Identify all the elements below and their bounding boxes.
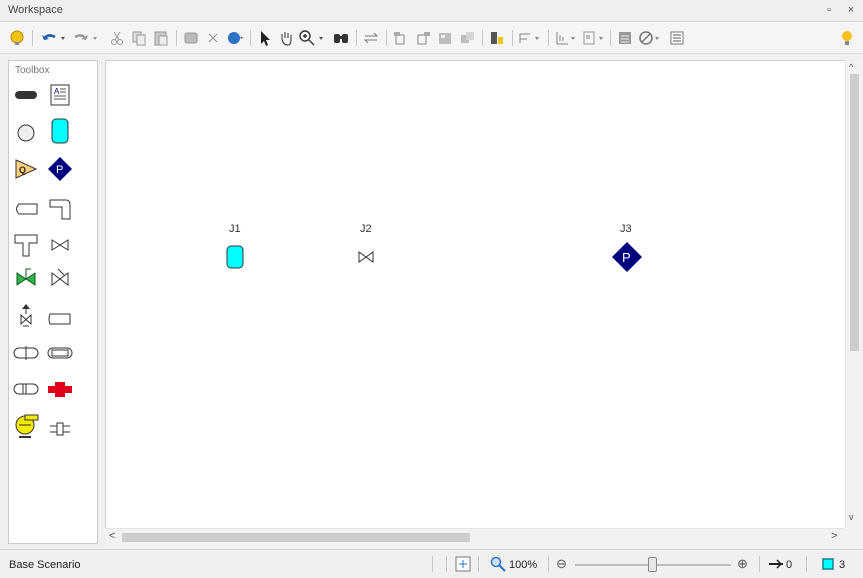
window-title: Workspace — [8, 4, 63, 16]
valve-tool-icon[interactable] — [47, 233, 73, 257]
pipe-tool-icon[interactable] — [13, 83, 39, 107]
svg-text:Q: Q — [19, 165, 26, 175]
group-icon[interactable] — [436, 29, 454, 47]
align-icon[interactable] — [518, 29, 542, 47]
toolbox-panel: Toolbox A Q P — [8, 60, 98, 544]
horizontal-scroll-thumb[interactable] — [122, 533, 470, 542]
scroll-down-icon[interactable]: v — [849, 512, 854, 522]
zoom-fit-icon[interactable] — [455, 556, 471, 572]
toolbox-header: Toolbox — [15, 65, 50, 76]
zoom-in-icon[interactable] — [298, 29, 316, 47]
screen-tool-icon[interactable] — [13, 377, 39, 401]
scenario-name: Base Scenario — [9, 559, 81, 571]
bend-tool-icon[interactable] — [47, 197, 73, 221]
svg-text:P: P — [622, 250, 631, 265]
zoom-in-small-icon[interactable]: ⊕ — [737, 556, 748, 572]
reservoir-tool-icon[interactable] — [47, 118, 73, 144]
help-icon[interactable] — [8, 29, 26, 47]
orifice-tool-icon[interactable] — [47, 417, 73, 441]
properties-icon[interactable] — [616, 29, 634, 47]
delete-icon[interactable] — [204, 29, 222, 47]
annotation-tool-icon[interactable]: A — [47, 83, 73, 107]
status-bar: Base Scenario 100% ⊖ ⊕ 0 3 — [0, 549, 863, 578]
pointer-icon[interactable] — [256, 29, 274, 47]
hand-pan-icon[interactable] — [277, 29, 295, 47]
zoom-level: 100% — [509, 559, 538, 571]
junction-count: 3 — [839, 559, 846, 571]
redo-icon[interactable] — [72, 29, 90, 47]
grid-icon[interactable] — [582, 29, 606, 47]
paste-icon[interactable] — [152, 29, 170, 47]
zoom-magnifier-icon[interactable] — [490, 556, 506, 572]
assigned-pressure-tool-icon[interactable]: P — [47, 157, 73, 181]
window-titlebar: Workspace ▫ × — [0, 0, 863, 22]
select-all-icon[interactable] — [182, 29, 200, 47]
reverse-icon[interactable] — [362, 29, 380, 47]
vertical-scroll-thumb[interactable] — [850, 74, 859, 351]
reservoir-icon[interactable] — [226, 245, 244, 269]
relief-valve-tool-icon[interactable] — [13, 303, 39, 327]
bring-front-icon[interactable] — [392, 29, 410, 47]
color-icon[interactable] — [488, 29, 506, 47]
send-back-icon[interactable] — [414, 29, 432, 47]
no-annotation-icon[interactable] — [638, 29, 662, 47]
pipe-count: 0 — [786, 559, 793, 571]
tee-tool-icon[interactable] — [13, 233, 39, 257]
cut-icon[interactable] — [108, 29, 126, 47]
svg-text:P: P — [56, 164, 63, 176]
globe-icon[interactable] — [226, 29, 244, 47]
horizontal-scrollbar[interactable]: < > — [105, 528, 845, 545]
scroll-up-icon[interactable]: ^ — [849, 62, 853, 72]
toolbar — [0, 22, 863, 54]
hint-lightbulb-icon[interactable] — [838, 29, 856, 47]
junction-count-icon — [822, 558, 834, 570]
scroll-right-icon[interactable]: > — [831, 530, 837, 542]
find-icon[interactable] — [332, 29, 350, 47]
pump-tool-icon[interactable] — [13, 413, 39, 438]
scroll-left-icon[interactable]: < — [109, 530, 115, 542]
valve-icon[interactable] — [358, 251, 374, 263]
control-valve-tool-icon[interactable] — [13, 265, 39, 289]
restore-icon[interactable]: ▫ — [823, 4, 835, 16]
vertical-scrollbar[interactable]: ^ v — [845, 60, 862, 530]
node-label-j2: J2 — [360, 223, 372, 235]
copy-icon[interactable] — [130, 29, 148, 47]
undo-icon[interactable] — [40, 29, 58, 47]
scroll-corner — [845, 528, 862, 545]
zoom-out-icon[interactable]: ⊖ — [556, 556, 567, 572]
node-label-j1: J1 — [229, 223, 241, 235]
redo-dropdown-icon[interactable] — [90, 29, 100, 47]
check-valve-tool-icon[interactable] — [47, 265, 73, 289]
dead-end-tool-icon[interactable] — [13, 197, 39, 221]
undo-dropdown-icon[interactable] — [58, 29, 68, 47]
assigned-pressure-icon[interactable]: P — [611, 241, 643, 273]
assigned-flow-tool-icon[interactable]: Q — [13, 157, 39, 181]
heat-exchanger-tool-icon[interactable] — [47, 341, 73, 365]
ungroup-icon[interactable] — [458, 29, 476, 47]
spray-tool-icon[interactable] — [47, 307, 73, 331]
general-component-tool-icon[interactable] — [47, 377, 73, 401]
branch-tool-icon[interactable] — [13, 121, 39, 145]
properties-icon[interactable] — [668, 29, 686, 47]
pipe-count-icon — [769, 559, 783, 569]
zoom-dropdown-icon[interactable] — [316, 29, 326, 47]
close-icon[interactable]: × — [845, 4, 857, 16]
area-change-tool-icon[interactable] — [13, 341, 39, 365]
zoom-slider-thumb[interactable] — [648, 557, 657, 572]
workspace-canvas[interactable]: J1 J2 J3 P — [105, 60, 850, 530]
svg-text:A: A — [54, 87, 60, 96]
distribute-icon[interactable] — [554, 29, 578, 47]
node-label-j3: J3 — [620, 223, 632, 235]
